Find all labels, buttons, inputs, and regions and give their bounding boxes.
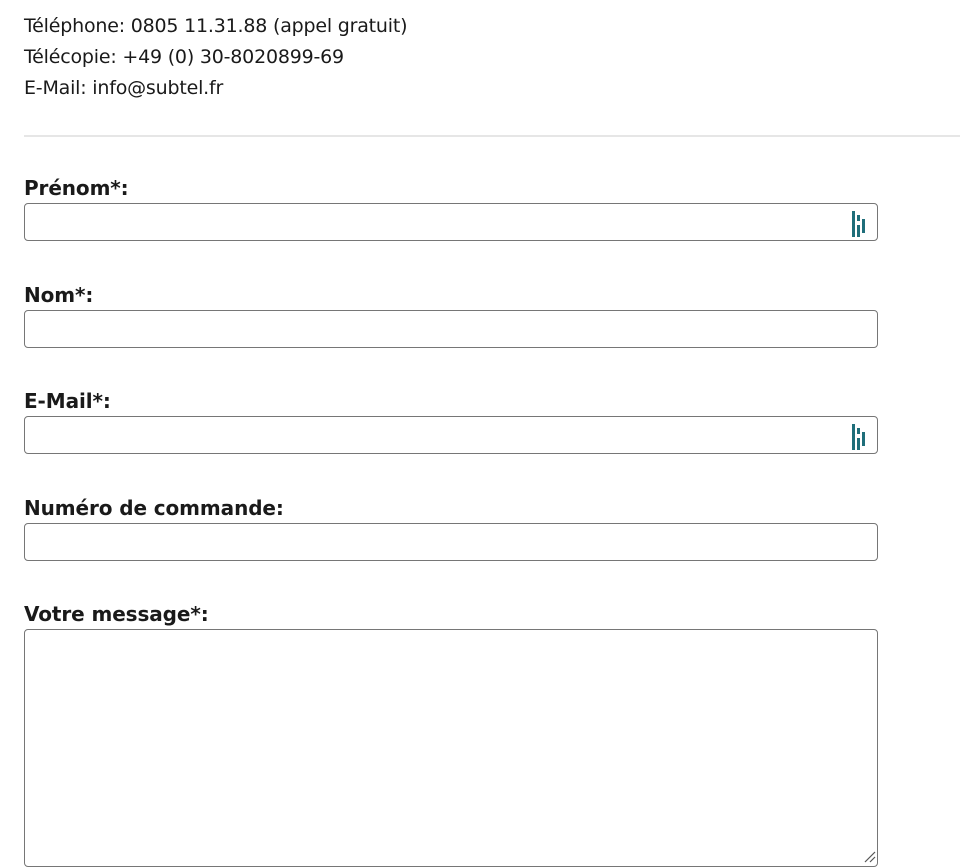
firstname-label: Prénom*: <box>24 176 129 200</box>
order-number-label: Numéro de commande: <box>24 496 284 520</box>
contact-info: Téléphone: 0805 11.31.88 (appel gratuit)… <box>24 11 408 104</box>
message-label: Votre message*: <box>24 602 209 626</box>
section-divider <box>24 135 960 137</box>
email-label: E-Mail*: <box>24 389 111 413</box>
email-field[interactable] <box>24 416 878 454</box>
message-textarea[interactable] <box>24 629 878 867</box>
order-number-field[interactable] <box>24 523 878 561</box>
password-manager-icon[interactable] <box>851 211 873 237</box>
lastname-label: Nom*: <box>24 283 94 307</box>
password-manager-icon[interactable] <box>851 424 873 450</box>
contact-fax: Télécopie: +49 (0) 30-8020899-69 <box>24 46 344 68</box>
lastname-field[interactable] <box>24 310 878 348</box>
contact-email: E-Mail: info@subtel.fr <box>24 77 224 99</box>
resize-grip-icon[interactable] <box>864 851 876 863</box>
firstname-field[interactable] <box>24 203 878 241</box>
contact-phone: Téléphone: 0805 11.31.88 (appel gratuit) <box>24 15 408 37</box>
